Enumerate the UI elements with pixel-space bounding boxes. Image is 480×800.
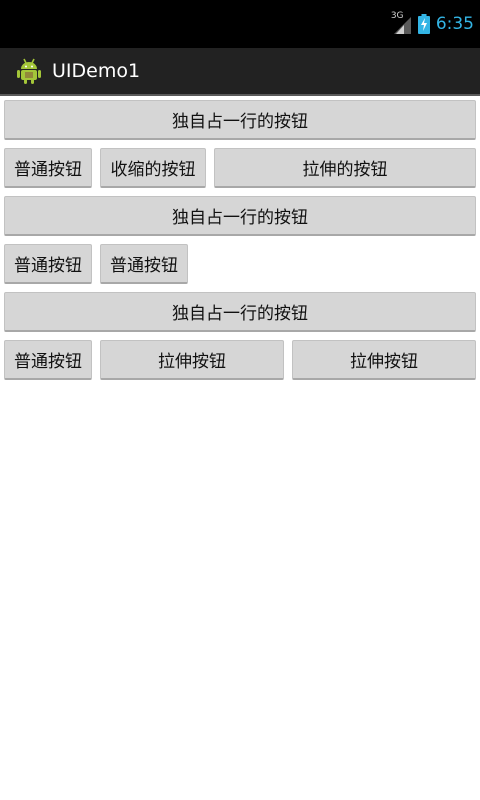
full-width-button-1[interactable]: 独自占一行的按钮 bbox=[4, 100, 476, 140]
status-icons: 3G 6:35 bbox=[390, 0, 474, 48]
app-title: UIDemo1 bbox=[52, 60, 141, 82]
normal-button-4[interactable]: 普通按钮 bbox=[4, 340, 92, 380]
normal-button-3[interactable]: 普通按钮 bbox=[100, 244, 188, 284]
full-width-button-2[interactable]: 独自占一行的按钮 bbox=[4, 196, 476, 236]
button-row-5: 独自占一行的按钮 bbox=[4, 292, 476, 332]
full-width-button-3[interactable]: 独自占一行的按钮 bbox=[4, 292, 476, 332]
action-bar: UIDemo1 bbox=[0, 48, 480, 96]
normal-button-2[interactable]: 普通按钮 bbox=[4, 244, 92, 284]
button-row-4: 普通按钮 普通按钮 bbox=[4, 244, 476, 284]
stretch-button[interactable]: 拉伸的按钮 bbox=[214, 148, 476, 188]
button-row-3: 独自占一行的按钮 bbox=[4, 196, 476, 236]
stretch-button-1[interactable]: 拉伸按钮 bbox=[100, 340, 284, 380]
android-app-icon[interactable] bbox=[16, 57, 42, 85]
button-row-2: 普通按钮 收缩的按钮 拉伸的按钮 bbox=[4, 148, 476, 188]
battery-charging-icon bbox=[417, 14, 430, 34]
status-clock: 6:35 bbox=[435, 14, 474, 34]
status-bar: 3G 6:35 bbox=[0, 0, 480, 48]
shrink-button[interactable]: 收缩的按钮 bbox=[100, 148, 206, 188]
button-row-1: 独自占一行的按钮 bbox=[4, 100, 476, 140]
normal-button-1[interactable]: 普通按钮 bbox=[4, 148, 92, 188]
button-row-6: 普通按钮 拉伸按钮 拉伸按钮 bbox=[4, 340, 476, 380]
signal-3g-icon: 3G bbox=[390, 11, 412, 35]
stretch-button-2[interactable]: 拉伸按钮 bbox=[292, 340, 476, 380]
network-type-label: 3G bbox=[390, 11, 404, 21]
